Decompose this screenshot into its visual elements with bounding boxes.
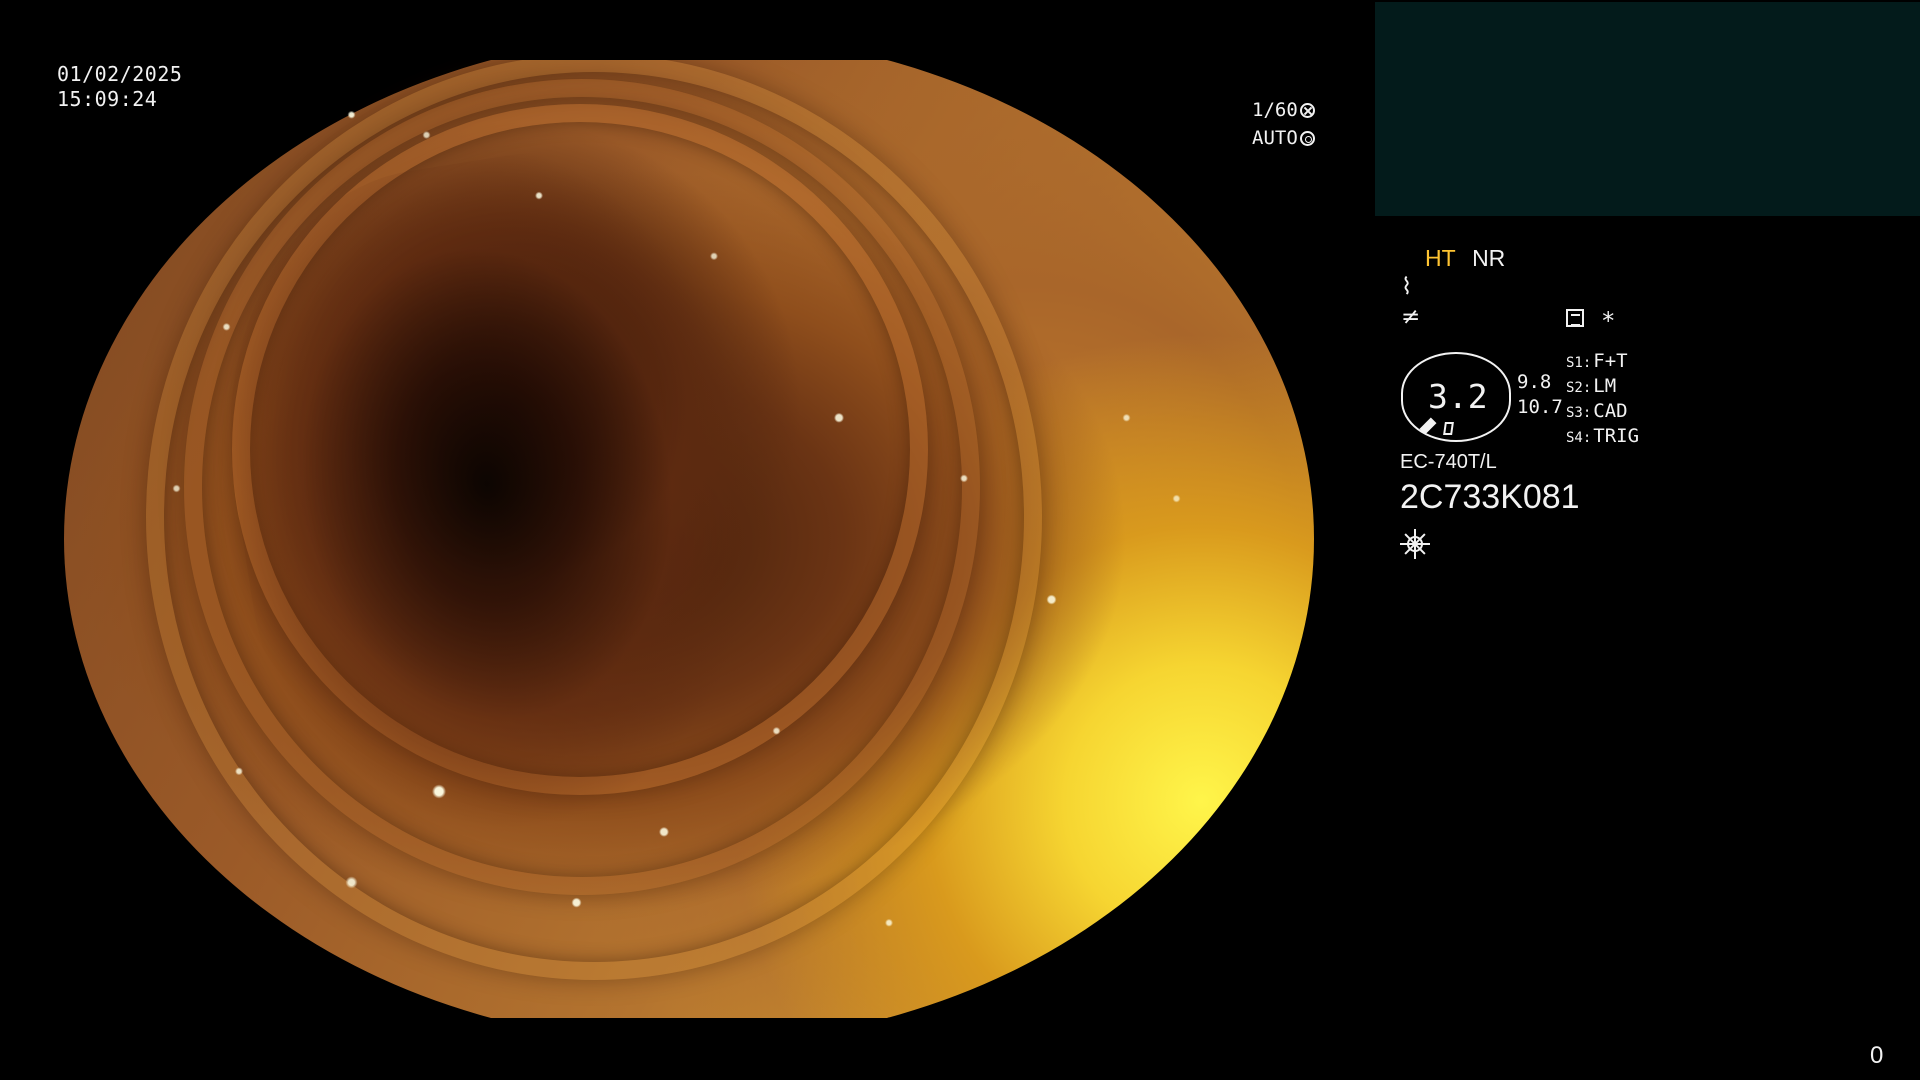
setting-key: S3: (1566, 405, 1592, 421)
setting-value: LM (1593, 375, 1617, 397)
endoscopic-image (64, 60, 1314, 1018)
time-text: 15:09:24 (57, 87, 158, 111)
setting-value: F+T (1593, 350, 1628, 372)
asterisk-indicator: * (1601, 307, 1616, 335)
camera-settings-overlay: 1/60 AUTO (1252, 101, 1315, 157)
exposure-row: AUTO (1252, 129, 1315, 157)
upper-readout: 9.8 (1517, 371, 1552, 393)
light-icon (1404, 529, 1426, 559)
setting-s1: S1: F+T (1566, 352, 1639, 377)
wave-symbol-icon: ⌇ (1401, 274, 1413, 300)
iris-icon (1299, 131, 1315, 146)
scope-serial: 2C733K081 (1400, 478, 1580, 516)
gauge-value: 3.2 (1428, 377, 1488, 416)
scope-slot-icon (1443, 422, 1454, 435)
preview-box (1375, 2, 1920, 216)
memo-icon (1566, 309, 1584, 327)
aperture-icon (1299, 103, 1315, 118)
datetime-overlay: 01/02/2025 15:09:24 (57, 64, 182, 114)
setting-s2: S2: LM (1566, 377, 1639, 402)
scope-marker-icon (1419, 417, 1437, 435)
filter-symbol-icon: ≠ (1401, 304, 1421, 330)
setting-value: CAD (1593, 400, 1628, 422)
light-reflections (64, 60, 1314, 1018)
gauge-readouts: 9.8 10.7 (1517, 373, 1563, 423)
setting-s4: S4: TRIG (1566, 427, 1639, 452)
exposure-mode-text: AUTO (1252, 127, 1298, 149)
image-counter: 0 (1870, 1042, 1884, 1069)
date-text: 01/02/2025 (57, 62, 183, 86)
setting-value: TRIG (1593, 425, 1640, 447)
scope-gauge: 3.2 (1401, 352, 1511, 442)
setting-key: S2: (1566, 380, 1592, 396)
nr-mode-label: NR (1472, 245, 1506, 271)
processing-modes: HT NR (1425, 247, 1505, 270)
setting-s3: S3: CAD (1566, 402, 1639, 427)
lower-readout: 10.7 (1517, 396, 1563, 418)
shutter-row: 1/60 (1252, 101, 1315, 129)
settings-list: S1: F+T S2: LM S3: CAD S4: TRIG (1566, 352, 1639, 452)
setting-key: S1: (1566, 355, 1592, 371)
setting-key: S4: (1566, 430, 1592, 446)
shutter-speed-text: 1/60 (1252, 99, 1298, 121)
endoscopic-lumen-view (64, 60, 1314, 1018)
scope-model: EC-740T/L (1400, 451, 1497, 473)
ht-mode-label: HT (1425, 245, 1456, 271)
